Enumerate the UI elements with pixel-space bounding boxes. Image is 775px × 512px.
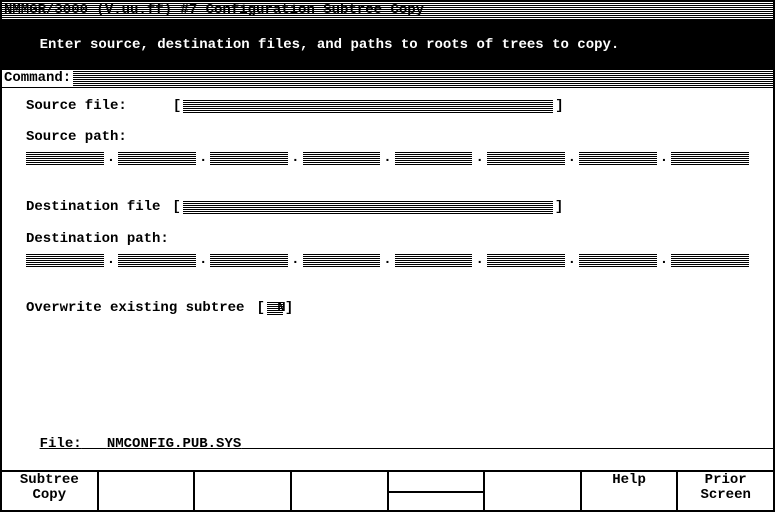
source-path-seg-6[interactable]	[487, 151, 565, 165]
dest-path-seg-8[interactable]	[671, 253, 749, 267]
dest-path-label: Destination path:	[26, 231, 169, 247]
fkey-f1-line1: Subtree	[20, 473, 79, 488]
command-row[interactable]: Command:	[2, 70, 773, 88]
source-path-seg-3[interactable]	[210, 151, 288, 165]
source-path-seg-7[interactable]	[579, 151, 657, 165]
source-path-seg-5[interactable]	[395, 151, 473, 165]
bracket-open-icon: [	[254, 300, 266, 316]
bracket-close-icon: ]	[553, 98, 565, 114]
file-bar: File: NMCONFIG.PUB.SYS	[2, 417, 773, 470]
dest-file-row: Destination file [ ]	[2, 198, 773, 216]
source-file-input[interactable]	[183, 99, 553, 113]
bracket-open-icon: [	[171, 98, 183, 114]
dest-path-seg-1[interactable]	[26, 253, 104, 267]
overwrite-label: Overwrite existing subtree	[26, 300, 244, 316]
fkey-f4[interactable]	[292, 472, 389, 510]
title-text: NMMGR/3000 (V.uu.ff) #7 Configuration Su…	[2, 2, 426, 18]
overwrite-value: N	[277, 300, 285, 316]
form-area: Source file: [ ] Source path: . . . . . …	[2, 88, 773, 417]
dest-path-row: . . . . . . .	[2, 248, 773, 268]
source-path-seg-1[interactable]	[26, 151, 104, 165]
source-path-seg-2[interactable]	[118, 151, 196, 165]
fkey-f1[interactable]: Subtree Copy	[2, 472, 99, 510]
dest-file-label: Destination file	[26, 199, 160, 215]
dest-path-seg-3[interactable]	[210, 253, 288, 267]
dest-file-input[interactable]	[183, 200, 553, 214]
bracket-open-icon: [	[170, 199, 182, 215]
fkey-f2[interactable]	[99, 472, 196, 510]
instruction-text: Enter source, destination files, and pat…	[40, 37, 620, 53]
fkey-f7-label: Help	[612, 473, 646, 488]
file-value: NMCONFIG.PUB.SYS	[107, 436, 241, 452]
command-label: Command:	[2, 70, 73, 86]
dest-path-seg-4[interactable]	[303, 253, 381, 267]
source-path-row: . . . . . . .	[2, 146, 773, 166]
fkey-f5[interactable]	[389, 472, 486, 510]
fkey-f8-line1: Prior	[705, 473, 747, 488]
dest-path-seg-6[interactable]	[487, 253, 565, 267]
dest-path-label-row: Destination path:	[2, 230, 773, 248]
overwrite-row: Overwrite existing subtree [] N	[2, 300, 773, 316]
fkey-f8-line2: Screen	[700, 488, 750, 503]
instruction-bar: Enter source, destination files, and pat…	[2, 20, 773, 70]
title-bar: NMMGR/3000 (V.uu.ff) #7 Configuration Su…	[2, 2, 773, 20]
fkey-f3[interactable]	[195, 472, 292, 510]
function-key-bar: Subtree Copy Help Prior Screen	[2, 470, 773, 510]
source-path-seg-8[interactable]	[671, 151, 749, 165]
terminal-screen: NMMGR/3000 (V.uu.ff) #7 Configuration Su…	[0, 0, 775, 512]
fkey-f6[interactable]	[485, 472, 582, 510]
source-path-seg-4[interactable]	[303, 151, 381, 165]
dest-path-seg-5[interactable]	[395, 253, 473, 267]
dest-path-seg-2[interactable]	[118, 253, 196, 267]
source-file-label: Source file:	[26, 98, 127, 114]
dest-path-seg-7[interactable]	[579, 253, 657, 267]
fkey-f7[interactable]: Help	[582, 472, 679, 510]
source-path-label-row: Source path:	[2, 128, 773, 146]
source-path-label: Source path:	[26, 129, 127, 145]
source-file-row: Source file: [ ]	[2, 88, 773, 114]
fkey-f1-line2: Copy	[33, 488, 67, 503]
file-label: File:	[40, 436, 82, 452]
bracket-close-icon: ]	[553, 199, 565, 215]
fkey-f8[interactable]: Prior Screen	[678, 472, 773, 510]
